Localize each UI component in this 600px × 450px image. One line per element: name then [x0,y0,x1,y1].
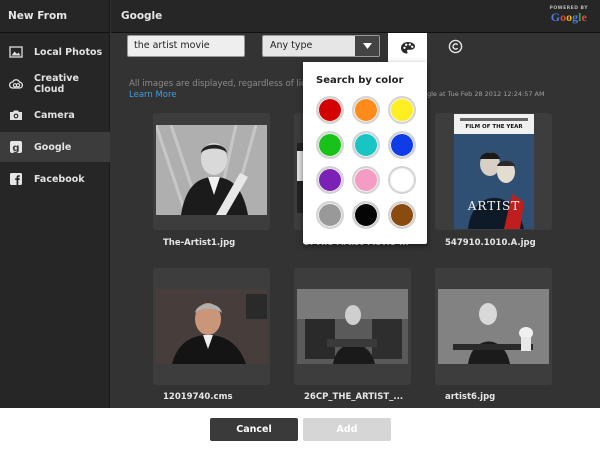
copyright-icon [448,39,462,53]
thumbnail-image [156,125,267,215]
thumbnail-image [438,289,549,364]
color-swatch-black[interactable] [352,201,380,229]
sidebar-item-creative-cloud[interactable]: Creative Cloud [0,69,110,99]
image-filename: The-Artist1.jpg [163,238,236,248]
color-swatch-blue[interactable] [388,131,416,159]
color-swatch-cyan[interactable] [352,131,380,159]
license-info-text: All images are displayed, regardless of … [129,79,306,89]
color-swatch-gray[interactable] [316,201,344,229]
thumbnail-image [156,289,267,364]
image-filename: artist6.jpg [445,392,496,402]
poster-tagline: FILM OF THE YEAR [465,124,523,130]
creative-cloud-icon [9,77,23,91]
sidebar-item-camera[interactable]: Camera [0,100,110,130]
sidebar-item-local-photos[interactable]: Local Photos [0,37,110,67]
palette-icon [400,41,415,53]
color-swatch-white[interactable] [388,166,416,194]
sidebar-item-label: Camera [34,109,75,121]
color-search-popover: Search by color [303,62,427,244]
chevron-down-icon[interactable] [355,36,379,56]
powered-by-google-logo: POWERED BY Google [550,6,588,23]
color-swatch-purple[interactable] [316,166,344,194]
thumbnail-image [297,289,408,364]
color-swatch-orange[interactable] [352,96,380,124]
image-tile[interactable] [153,113,270,230]
sidebar-title: New From [0,0,109,33]
color-swatch-green[interactable] [316,131,344,159]
sidebar-item-google[interactable]: g Google [0,132,110,162]
color-swatch-yellow[interactable] [388,96,416,124]
image-filename: 26CP_THE_ARTIST_... [304,392,404,402]
sidebar-item-label: Google [34,141,72,153]
color-swatch-brown[interactable] [388,201,416,229]
image-icon [9,45,23,59]
color-swatch-red[interactable] [316,96,344,124]
facebook-icon [9,172,23,186]
sidebar-item-label: Facebook [34,173,85,185]
search-timestamp: gle at Tue Feb 28 2012 12:24:57 AM [427,90,545,98]
add-button[interactable]: Add [303,418,391,441]
header: Google POWERED BY Google [111,0,600,33]
image-tile[interactable]: FILM OF THE YEAR ARTIST [435,113,552,230]
image-tile[interactable] [435,268,552,385]
color-filter-button[interactable] [388,33,427,62]
license-filter-button[interactable] [446,37,464,55]
poster-title: ARTIST [467,199,521,213]
sidebar-item-facebook[interactable]: Facebook [0,164,110,194]
image-filename: 547910.1010.A.jpg [445,238,536,248]
color-swatch-pink[interactable] [352,166,380,194]
sidebar-item-label: Local Photos [34,46,103,58]
cancel-button[interactable]: Cancel [210,418,298,441]
camera-icon [9,108,23,122]
type-select[interactable]: Any type [262,35,380,57]
google-logo: Google [550,10,587,24]
learn-more-link[interactable]: Learn More [129,90,177,100]
footer: Cancel Add [0,408,600,450]
sidebar-item-label: Creative Cloud [34,73,79,95]
sidebar: New From Local Photos Creative Cloud Cam… [0,0,110,408]
image-tile[interactable] [153,268,270,385]
svg-text:g: g [12,143,19,154]
google-icon: g [9,140,23,154]
search-input[interactable]: the artist movie [127,35,245,57]
image-filename: 12019740.cms [163,392,233,402]
type-select-value: Any type [270,40,313,51]
popover-title: Search by color [316,75,404,86]
page-title: Google [121,10,163,22]
image-tile[interactable] [294,268,411,385]
